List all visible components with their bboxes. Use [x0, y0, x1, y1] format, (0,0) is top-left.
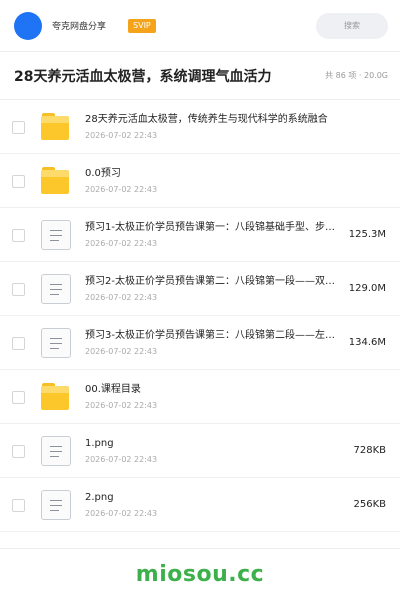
file-name: 预习1-太极正价学员预告课第一：八段锦基础手型、步法.mp4 — [85, 221, 343, 233]
svip-badge: SVIP — [128, 18, 156, 33]
select-checkbox[interactable] — [12, 229, 25, 242]
file-info: 00.课程目录 2026-07-02 22:43 — [85, 383, 386, 411]
footer-divider — [0, 548, 400, 549]
top-header: 夸克网盘分享 SVIP 搜索 — [0, 0, 400, 52]
select-checkbox[interactable] — [12, 175, 25, 188]
item-count: 共 86 项 · 20.0G — [325, 71, 388, 80]
file-size: 134.6M — [348, 337, 386, 348]
file-info: 2.png 2026-07-02 22:43 — [85, 491, 347, 519]
document-icon — [41, 435, 71, 466]
file-row[interactable]: 1.png 2026-07-02 22:43 728KB — [0, 424, 400, 478]
file-name: 0.0预习 — [85, 167, 121, 179]
file-row[interactable]: 预习1-太极正价学员预告课第一：八段锦基础手型、步法.mp4 2026-07-02… — [0, 208, 400, 262]
file-date: 2026-07-02 22:43 — [85, 292, 158, 302]
file-info: 28天养元活血太极营，传统养生与现代科学的系统融合 2026-07-02 22:4… — [85, 113, 386, 141]
file-name: 预习2-太极正价学员预告课第二：八段锦第一段——双手托天理三焦.mp4 — [85, 275, 343, 287]
file-name: 00.课程目录 — [85, 383, 141, 395]
document-icon — [41, 327, 71, 358]
file-info: 预习2-太极正价学员预告课第二：八段锦第一段——双手托天理三焦.mp4 2026-… — [85, 275, 343, 303]
file-info: 预习3-太极正价学员预告课第三：八段锦第二段——左右开弓似射雕.mp4 2026-… — [85, 329, 343, 357]
file-date: 2026-07-02 22:43 — [85, 508, 158, 518]
file-size: 256KB — [353, 499, 386, 510]
file-size: 125.3M — [348, 229, 386, 240]
file-date: 2026-07-02 22:43 — [85, 400, 158, 410]
file-row[interactable]: 预习3-太极正价学员预告课第三：八段锦第二段——左右开弓似射雕.mp4 2026-… — [0, 316, 400, 370]
folder-icon — [41, 382, 71, 412]
select-checkbox[interactable] — [12, 499, 25, 512]
file-list: 28天养元活血太极营，传统养生与现代科学的系统融合 2026-07-02 22:4… — [0, 100, 400, 532]
document-icon — [41, 219, 71, 250]
file-date: 2026-07-02 22:43 — [85, 130, 158, 140]
file-row[interactable]: 0.0预习 2026-07-02 22:43 — [0, 154, 400, 208]
file-info: 1.png 2026-07-02 22:43 — [85, 437, 347, 465]
file-size: 728KB — [353, 445, 386, 456]
file-name: 1.png — [85, 437, 114, 449]
user-name: 夸克网盘分享 — [52, 22, 107, 32]
file-date: 2026-07-02 22:43 — [85, 346, 158, 356]
folder-icon — [41, 166, 71, 196]
file-name: 28天养元活血太极营，传统养生与现代科学的系统融合 — [85, 113, 328, 125]
document-icon — [41, 489, 71, 520]
document-icon — [41, 273, 71, 304]
folder-icon — [41, 112, 71, 142]
file-name: 2.png — [85, 491, 114, 503]
select-checkbox[interactable] — [12, 445, 25, 458]
file-size: 129.0M — [348, 283, 386, 294]
avatar[interactable] — [14, 11, 42, 40]
share-title-row: 28天养元活血太极营，系统调理气血活力 共 86 项 · 20.0G — [0, 52, 400, 100]
file-row[interactable]: 28天养元活血太极营，传统养生与现代科学的系统融合 2026-07-02 22:4… — [0, 100, 400, 154]
select-checkbox[interactable] — [12, 391, 25, 404]
file-date: 2026-07-02 22:43 — [85, 184, 158, 194]
file-row[interactable]: 预习2-太极正价学员预告课第二：八段锦第一段——双手托天理三焦.mp4 2026-… — [0, 262, 400, 316]
watermark-text: miosou.cc — [135, 562, 265, 587]
file-row[interactable]: 00.课程目录 2026-07-02 22:43 — [0, 370, 400, 424]
file-date: 2026-07-02 22:43 — [85, 454, 158, 464]
select-checkbox[interactable] — [12, 121, 25, 134]
select-checkbox[interactable] — [12, 283, 25, 296]
search-button[interactable]: 搜索 — [316, 12, 388, 39]
page-title: 28天养元活血太极营，系统调理气血活力 — [14, 68, 272, 85]
file-row[interactable]: 2.png 2026-07-02 22:43 256KB — [0, 478, 400, 532]
file-date: 2026-07-02 22:43 — [85, 238, 158, 248]
file-name: 预习3-太极正价学员预告课第三：八段锦第二段——左右开弓似射雕.mp4 — [85, 329, 343, 341]
file-info: 0.0预习 2026-07-02 22:43 — [85, 167, 386, 195]
file-info: 预习1-太极正价学员预告课第一：八段锦基础手型、步法.mp4 2026-07-02… — [85, 221, 343, 249]
select-checkbox[interactable] — [12, 337, 25, 350]
